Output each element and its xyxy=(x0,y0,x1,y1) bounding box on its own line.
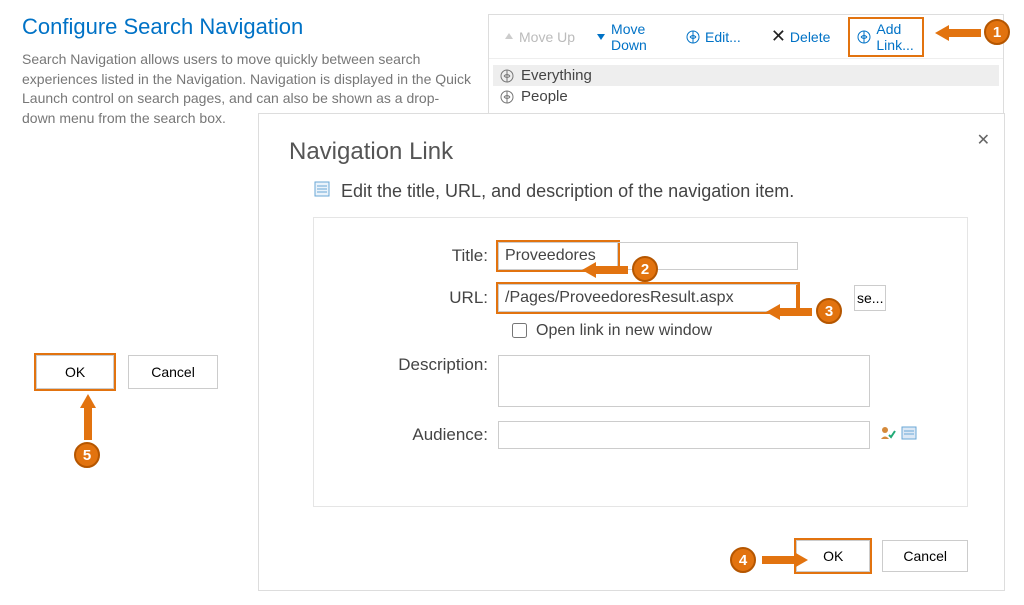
callout-4: 4 xyxy=(730,547,756,573)
callout-3: 3 xyxy=(816,298,842,324)
move-up-label: Move Up xyxy=(519,29,575,45)
nav-editor-pane: Move Up Move Down Edit... ✕ Delete Add L… xyxy=(488,14,1004,114)
move-down-button[interactable]: Move Down xyxy=(585,17,665,57)
callout-2: 2 xyxy=(632,256,658,282)
page-cancel-button[interactable]: Cancel xyxy=(128,355,218,389)
delete-button[interactable]: ✕ Delete xyxy=(761,22,841,51)
arrow-down-icon xyxy=(595,31,607,43)
move-down-label: Move Down xyxy=(611,21,655,53)
open-new-window-label: Open link in new window xyxy=(536,322,712,340)
url-input[interactable]: /Pages/ProveedoresResult.aspx xyxy=(498,284,798,312)
url-label: URL: xyxy=(338,288,498,308)
dialog-instruction: Edit the title, URL, and description of … xyxy=(341,181,794,202)
link-icon xyxy=(685,29,701,45)
add-link-label: Add Link... xyxy=(876,21,916,53)
callout-arrow xyxy=(935,23,981,43)
link-icon xyxy=(499,89,515,105)
dialog-cancel-button[interactable]: Cancel xyxy=(882,540,968,572)
check-names-icon[interactable] xyxy=(878,424,896,447)
nav-list: Everything People xyxy=(489,59,1003,113)
link-icon xyxy=(856,29,872,45)
link-icon xyxy=(499,68,515,84)
browse-button[interactable]: se... xyxy=(854,285,886,311)
edit-label: Edit... xyxy=(705,29,741,45)
delete-label: Delete xyxy=(790,29,830,45)
page-title: Configure Search Navigation xyxy=(22,14,472,40)
description-label: Description: xyxy=(338,355,498,375)
callout-1: 1 xyxy=(984,19,1010,45)
callout-arrow xyxy=(78,394,98,440)
nav-item-people[interactable]: People xyxy=(493,86,999,107)
move-up-button[interactable]: Move Up xyxy=(493,25,585,49)
open-new-window-checkbox[interactable] xyxy=(512,323,527,338)
nav-item-label: Everything xyxy=(521,67,592,84)
x-icon: ✕ xyxy=(771,26,786,47)
nav-toolbar: Move Up Move Down Edit... ✕ Delete Add L… xyxy=(489,15,1003,59)
edit-button[interactable]: Edit... xyxy=(675,25,751,49)
dialog-title: Navigation Link xyxy=(289,138,974,166)
callout-arrow xyxy=(766,302,812,322)
audience-label: Audience: xyxy=(338,425,498,445)
nav-item-everything[interactable]: Everything xyxy=(493,65,999,86)
navigation-link-dialog: ✕ Navigation Link Edit the title, URL, a… xyxy=(258,113,1005,591)
title-label: Title: xyxy=(338,246,498,266)
page-icon xyxy=(313,180,331,203)
nav-item-label: People xyxy=(521,88,568,105)
close-icon[interactable]: ✕ xyxy=(977,130,990,150)
page-ok-button[interactable]: OK xyxy=(36,355,114,389)
add-link-button[interactable]: Add Link... xyxy=(850,19,922,55)
callout-5: 5 xyxy=(74,442,100,468)
description-input[interactable] xyxy=(498,355,870,407)
callout-arrow xyxy=(582,260,628,280)
audience-input[interactable] xyxy=(498,421,870,449)
arrow-up-icon xyxy=(503,31,515,43)
browse-audience-icon[interactable] xyxy=(900,424,918,447)
callout-arrow xyxy=(762,550,808,570)
